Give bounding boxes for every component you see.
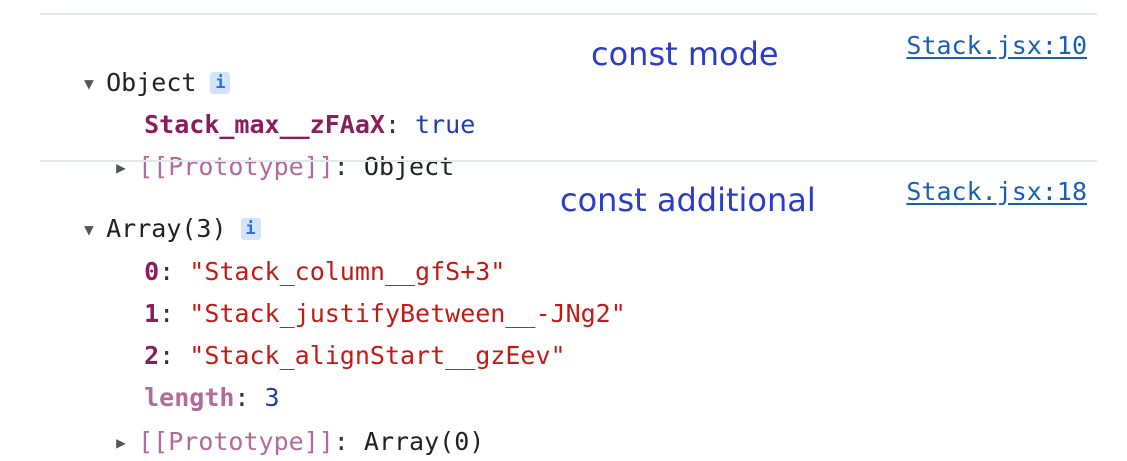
annotation-const-additional: const additional [560,181,816,219]
array-length-row: length: 3 [144,383,280,412]
console-divider-top [40,13,1097,15]
object-prototype-row[interactable]: ▶ [[Prototype]]: Object [86,113,454,181]
array-item-row: 1: "Stack_justifyBetween__-JNg2" [144,299,626,328]
source-link-stack-18[interactable]: Stack.jsx:18 [906,174,1087,210]
prototype-value: Object [363,152,455,181]
source-link-stack-10[interactable]: Stack.jsx:10 [906,28,1087,64]
triangle-down-icon[interactable]: ▼ [84,66,96,102]
object-entry-header[interactable]: ▼ Object i [54,29,231,97]
triangle-down-icon[interactable]: ▼ [84,212,96,248]
console-divider-middle [40,160,1097,162]
prototype-value: Array(0) [363,427,485,456]
array-item-row: 2: "Stack_alignStart__gzEev" [144,341,566,370]
annotation-const-mode: const mode [591,35,779,73]
object-property-row: Stack_max__zFAaX: true [144,110,476,139]
array-prototype-row[interactable]: ▶ [[Prototype]]: Array(0) [86,388,484,456]
triangle-right-icon[interactable]: ▶ [116,425,128,461]
array-entry-header[interactable]: ▼ Array(3) i [54,175,261,243]
prototype-key: [[Prototype]] [138,427,334,456]
array-item-row: 0: "Stack_column__gfS+3" [144,257,506,286]
